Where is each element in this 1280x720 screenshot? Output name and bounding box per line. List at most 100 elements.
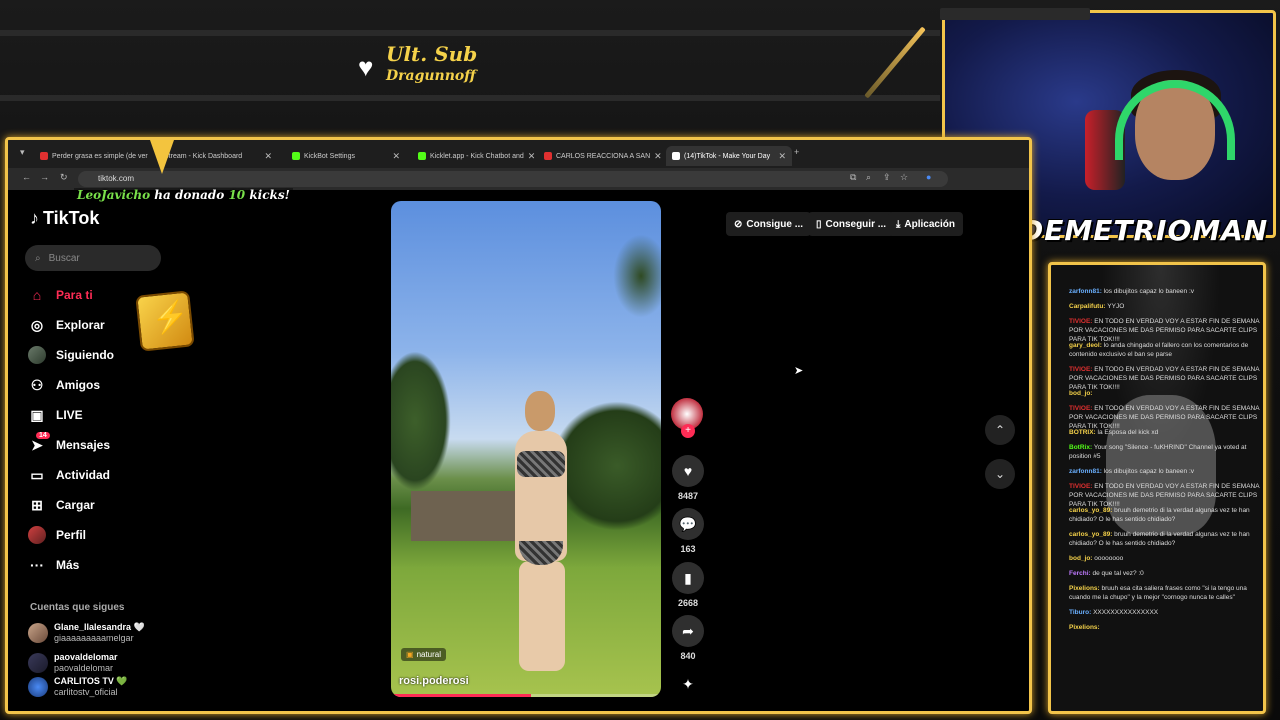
tab-tiktok[interactable]: (14)TikTok - Make Your Day ✕ (666, 146, 792, 166)
chat-text: XXXXXXXXXXXXXXX (1093, 609, 1159, 616)
followed-account[interactable]: Glane_llalesandra 🤍 giaaaaaaaaamelgar (28, 622, 145, 644)
tab-kickbot[interactable]: KickBot Settings ✕ (286, 146, 406, 166)
search-placeholder: Buscar (48, 252, 80, 264)
tab-kicklet[interactable]: Kicklet.app - Kick Chatbot and ✕ (412, 146, 538, 166)
like-button[interactable]: ♥ 8487 (668, 455, 708, 501)
reload-icon[interactable]: ↻ (60, 172, 68, 183)
avatar (28, 677, 48, 697)
nav-for-you[interactable]: ⌂ Para ti (28, 283, 93, 307)
donation-user: LeoJavicho (77, 188, 151, 202)
chat-message: Tiburo: XXXXXXXXXXXXXXX (1069, 608, 1263, 617)
nav-following[interactable]: Siguiendo (28, 343, 114, 367)
last-sub-banner: ♥ Ult. Sub Dragunnoff (358, 42, 478, 92)
chat-message: bod_jo: (1069, 389, 1263, 398)
search-input[interactable]: ⌕ Buscar (25, 245, 161, 271)
nav-label: Perfil (56, 528, 87, 542)
webcam-rail (940, 8, 1090, 20)
nav-label: LIVE (56, 408, 83, 422)
chat-username: bod_jo: (1069, 390, 1093, 397)
chat-message: gary_deol: lo anda chingado el fallero c… (1069, 341, 1263, 359)
share-icon: ➦ (672, 615, 704, 647)
tab-label: Stream - Kick Dashboard (164, 152, 243, 160)
kicklet-icon (418, 152, 426, 160)
followed-account[interactable]: paovaldelomar paovaldelomar (28, 652, 118, 674)
close-icon[interactable]: ✕ (392, 151, 400, 162)
previous-video-button[interactable]: ⌃ (985, 415, 1015, 445)
zoom-icon[interactable]: ⌕ (866, 172, 871, 183)
nav-explore[interactable]: ◎ Explorar (28, 313, 105, 337)
video-player[interactable]: ▣ natural rosi.poderosi (391, 201, 661, 697)
new-tab-icon[interactable]: + (794, 147, 799, 157)
save-button[interactable]: ▮ 2668 (668, 562, 708, 608)
youtube-icon (544, 152, 552, 160)
address-bar[interactable]: tiktok.com (78, 171, 948, 187)
chat-message: TIVIOE: EN TODO EN VERDAD VOY A ESTAR FI… (1069, 404, 1263, 431)
kick-icon (292, 152, 300, 160)
tiktok-icon (672, 152, 680, 160)
comment-icon: 💬 (672, 508, 704, 540)
following-icon (28, 346, 46, 364)
ceiling-beam (0, 30, 940, 36)
nav-activity[interactable]: ▭ Actividad (28, 463, 110, 487)
video-progress-bar[interactable] (391, 694, 661, 697)
share-button[interactable]: ➦ 840 (668, 615, 708, 661)
avatar (28, 623, 48, 643)
close-icon[interactable]: ✕ (778, 151, 786, 162)
chat-username: zarfonn81: (1069, 468, 1104, 475)
nav-label: Para ti (56, 288, 93, 302)
account-username: paovaldelomar (54, 663, 114, 673)
nav-label: Cargar (56, 498, 95, 512)
chat-text: Your song "Silence - fuKHRIND" Channel y… (1069, 444, 1247, 460)
nav-more[interactable]: ··· Más (28, 553, 79, 577)
messages-icon: ➤ 14 (28, 431, 50, 454)
close-icon[interactable]: ✕ (528, 151, 536, 162)
ceiling-beam (0, 95, 940, 101)
back-icon[interactable]: ← (22, 172, 31, 182)
close-icon[interactable]: ✕ (654, 151, 662, 162)
chat-text: los dibujitos capaz lo baneen :v (1103, 288, 1195, 295)
tiktok-logo[interactable]: ♪ TikTok (30, 208, 99, 229)
nav-label: Actividad (56, 468, 111, 482)
tab-kick-dashboard[interactable]: Stream - Kick Dashboard ✕ (158, 146, 278, 166)
comment-button[interactable]: 💬 163 (668, 508, 708, 554)
chat-message: bod_jo: oooooooo (1069, 554, 1263, 563)
follow-plus-icon[interactable]: + (681, 424, 695, 438)
video-tag[interactable]: ▣ natural (401, 648, 447, 661)
tab-youtube-2[interactable]: CARLOS REACCIONA A SAN ✕ (538, 146, 664, 166)
chat-username: Pixelions: (1069, 585, 1102, 592)
donation-text: ha donado (150, 188, 229, 202)
pill-label: Aplicación (904, 218, 955, 230)
nav-label: Más (56, 558, 80, 572)
close-icon[interactable]: ✕ (264, 151, 272, 162)
nav-upload[interactable]: ⊞ Cargar (28, 493, 95, 517)
chat-username: gary_deol: (1069, 342, 1104, 349)
home-icon: ⌂ (32, 287, 42, 303)
chat-text: YYJO (1107, 303, 1125, 310)
chat-message: TIVIOE: EN TODO EN VERDAD VOY A ESTAR FI… (1069, 317, 1263, 344)
nav-messages[interactable]: ➤ 14 Mensajes (28, 431, 110, 457)
next-video-button[interactable]: ⌄ (985, 459, 1015, 489)
install-icon[interactable]: ⇪ (883, 172, 891, 183)
mouse-cursor-icon: ➤ (794, 365, 804, 377)
get-app-button[interactable]: ▯ Conseguir ... (808, 212, 895, 236)
get-coins-button[interactable]: ⊘ Consigue ... (726, 212, 812, 236)
tab-youtube-1[interactable]: Perder grasa es simple (de ver✕ (34, 146, 152, 166)
translate-icon[interactable]: ⧉ (850, 172, 856, 183)
followed-account[interactable]: CARLITOS TV 💚 carlitostv_oficial (28, 676, 128, 698)
bookmark-star-icon[interactable]: ☆ (900, 172, 908, 183)
app-download-button[interactable]: ⤓ Aplicación (888, 212, 963, 236)
nav-friends[interactable]: ⚇ Amigos (28, 373, 100, 397)
tab-list-icon[interactable]: ▾ (20, 147, 25, 158)
video-tree (611, 231, 661, 321)
nav-live[interactable]: ▣ LIVE (28, 403, 83, 427)
video-username[interactable]: rosi.poderosi (399, 675, 469, 687)
tab-label: CARLOS REACCIONA A SAN (556, 152, 651, 160)
share-count: 840 (680, 651, 696, 661)
avatar (28, 653, 48, 673)
effect-button[interactable]: ✦ (668, 668, 708, 700)
chat-message: Pixelions: (1069, 623, 1263, 632)
logo-text: TikTok (43, 208, 100, 228)
forward-icon[interactable]: → (40, 172, 49, 182)
extension-icon[interactable]: ● (926, 172, 931, 182)
nav-profile[interactable]: Perfil (28, 523, 86, 547)
